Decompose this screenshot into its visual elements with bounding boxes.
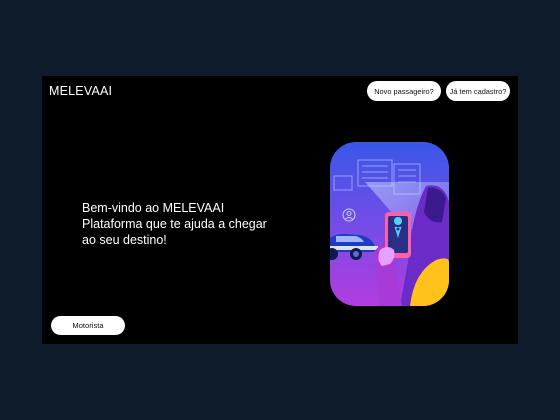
brand-logo: MELEVAAI: [49, 84, 113, 98]
main-frame: MELEVAAI Novo passageiro? Já tem cadastr…: [42, 76, 518, 344]
welcome-line-3: ao seu destino!: [82, 233, 167, 247]
login-button[interactable]: Já tem cadastro?: [446, 81, 510, 101]
welcome-line-1: Bem-vindo ao MELEVAAI: [82, 201, 225, 215]
ride-app-illustration: [330, 142, 449, 306]
new-passenger-button[interactable]: Novo passageiro?: [367, 81, 441, 101]
welcome-line-2: Plataforma que te ajuda a chegar: [82, 217, 267, 231]
welcome-text: Bem-vindo ao MELEVAAI Plataforma que te …: [82, 200, 312, 248]
driver-button[interactable]: Motorista: [51, 316, 125, 335]
